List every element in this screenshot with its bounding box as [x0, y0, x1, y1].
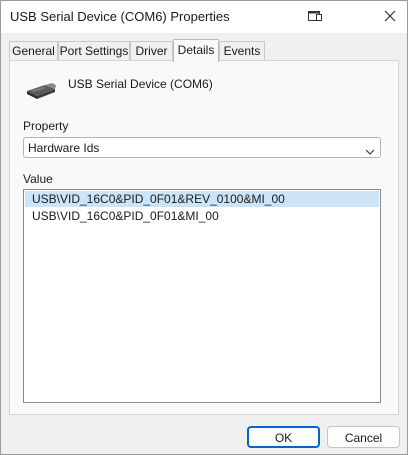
- tab-port-settings[interactable]: Port Settings: [58, 41, 130, 60]
- value-label: Value: [23, 172, 53, 186]
- window-icon[interactable]: [307, 9, 323, 23]
- cancel-button[interactable]: Cancel: [327, 426, 400, 448]
- title-bar: USB Serial Device (COM6) Properties: [1, 1, 407, 33]
- close-icon: [384, 10, 396, 22]
- value-list[interactable]: USB\VID_16C0&PID_0F01&REV_0100&MI_00 USB…: [23, 189, 381, 403]
- property-dropdown[interactable]: Hardware Ids: [23, 137, 381, 158]
- property-label: Property: [23, 119, 69, 133]
- tab-details[interactable]: Details: [173, 39, 219, 62]
- usb-device-icon: [25, 79, 57, 101]
- tab-general[interactable]: General: [9, 41, 58, 60]
- chevron-down-icon: [365, 143, 375, 155]
- property-selected-value: Hardware Ids: [28, 141, 100, 155]
- tab-events[interactable]: Events: [219, 41, 265, 60]
- list-item[interactable]: USB\VID_16C0&PID_0F01&MI_00: [25, 208, 379, 224]
- close-button[interactable]: [377, 5, 403, 27]
- window-title: USB Serial Device (COM6) Properties: [10, 9, 230, 24]
- ok-button[interactable]: OK: [247, 426, 320, 448]
- tab-strip: General Port Settings Driver Details Eve…: [9, 39, 399, 62]
- list-item[interactable]: USB\VID_16C0&PID_0F01&REV_0100&MI_00: [25, 191, 379, 207]
- details-panel: USB Serial Device (COM6) Property Hardwa…: [9, 60, 399, 415]
- tab-driver[interactable]: Driver: [130, 41, 173, 60]
- properties-dialog: USB Serial Device (COM6) Properties Gene…: [0, 0, 408, 455]
- device-name: USB Serial Device (COM6): [68, 77, 213, 91]
